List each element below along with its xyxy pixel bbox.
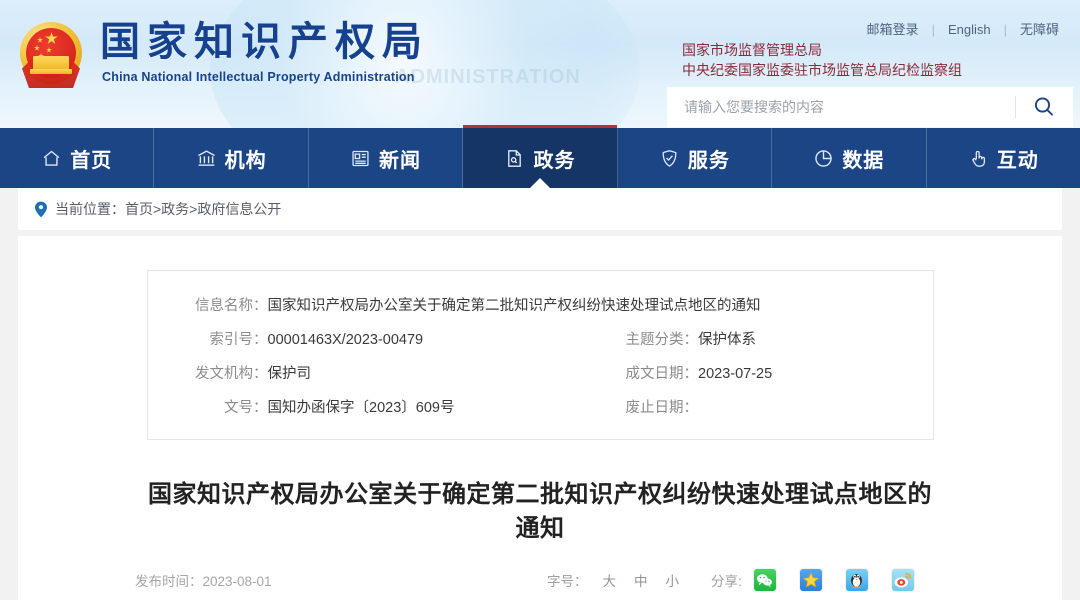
page-root: ADMINISTRATION 国家知识产权局 China National In… <box>0 0 1080 600</box>
metadata-cell-index-number: 索引号： 00001463X/2023-00479 <box>148 323 602 357</box>
newspaper-icon <box>350 148 371 169</box>
publish-time-label: 发布时间： <box>135 574 203 589</box>
site-header: ADMINISTRATION 国家知识产权局 China National In… <box>0 0 1080 128</box>
metadata-value: 保护司 <box>267 366 312 382</box>
font-size-controls: 字号： 大 中 小 <box>547 570 688 590</box>
shield-check-icon <box>659 148 680 169</box>
star-favorite-icon[interactable] <box>799 569 822 591</box>
font-size-small-button[interactable]: 小 <box>657 570 689 590</box>
org-line-2: 中央纪委国家监委驻市场监管总局纪检监察组 <box>682 62 962 78</box>
breadcrumb-path[interactable]: 首页>政务>政府信息公开 <box>125 199 281 219</box>
nav-item-service[interactable]: 服务 <box>618 128 773 188</box>
font-size-label: 字号： <box>547 574 588 589</box>
search-input[interactable] <box>668 89 1015 125</box>
weibo-eye-icon[interactable] <box>891 569 914 591</box>
site-subtitle: China National Intellectual Property Adm… <box>102 70 415 84</box>
top-utility-links: 邮箱登录 | English | 无障碍 <box>854 19 1072 38</box>
font-size-medium-button[interactable]: 中 <box>625 570 657 590</box>
metadata-cell-issuing-agency: 发文机构： 保护司 <box>148 357 602 391</box>
document-icon <box>504 148 525 169</box>
metadata-cell-subject-category: 主题分类： 保护体系 <box>602 323 757 357</box>
publish-time-value: 2023-08-01 <box>202 574 272 589</box>
metadata-cell-document-number: 文号： 国知办函保字〔2023〕609号 <box>148 391 602 425</box>
metadata-label: 文号： <box>224 400 268 416</box>
share-label: 分享: <box>711 574 742 589</box>
content-container: 信息名称： 国家知识产权局办公室关于确定第二批知识产权纠纷快速处理试点地区的通知… <box>0 230 1080 600</box>
publish-time: 发布时间：2023-08-01 <box>135 570 272 590</box>
home-icon <box>41 148 62 169</box>
document-meta-bar: 发布时间：2023-08-01 字号： 大 中 小 分享: <box>135 569 945 591</box>
metadata-value: 保护体系 <box>698 332 756 348</box>
metadata-value: 00001463X/2023-00479 <box>267 332 424 348</box>
nav-label: 服务 <box>687 149 730 172</box>
nav-label: 机构 <box>224 149 267 172</box>
nav-item-news[interactable]: 新闻 <box>309 128 464 188</box>
metadata-cell-info-name: 信息名称： 国家知识产权局办公室关于确定第二批知识产权纠纷快速处理试点地区的通知 <box>148 289 761 323</box>
nav-label: 首页 <box>70 149 113 172</box>
metadata-label: 信息名称： <box>195 298 268 314</box>
document-metadata-table: 信息名称： 国家知识产权局办公室关于确定第二批知识产权纠纷快速处理试点地区的通知… <box>146 270 934 440</box>
metadata-cell-abolish-date: 废止日期： <box>602 391 699 425</box>
hand-pointer-icon <box>968 148 989 169</box>
pie-chart-icon <box>813 148 834 169</box>
breadcrumb-prefix: 当前位置： <box>55 201 125 217</box>
table-row: 索引号： 00001463X/2023-00479 主题分类： 保护体系 <box>148 323 933 357</box>
metadata-cell-written-date: 成文日期： 2023-07-25 <box>602 357 773 391</box>
nav-item-data[interactable]: 数据 <box>772 128 927 188</box>
metadata-label: 成文日期： <box>625 366 699 382</box>
nav-label: 数据 <box>842 149 885 172</box>
share-controls: 分享: <box>711 569 914 591</box>
metadata-label: 索引号： <box>209 332 268 348</box>
table-row: 发文机构： 保护司 成文日期： 2023-07-25 <box>148 357 933 391</box>
nav-item-interaction[interactable]: 互动 <box>927 128 1080 188</box>
breadcrumb-container: 当前位置： 首页>政务>政府信息公开 <box>0 188 1080 230</box>
nav-label: 政务 <box>533 149 576 172</box>
header-watermark-text: ADMINISTRATION <box>395 66 581 88</box>
search-box <box>668 88 1072 126</box>
affiliated-organizations: 国家市场监督管理总局 中央纪委国家监委驻市场监管总局纪检监察组 <box>682 40 962 80</box>
nav-label: 新闻 <box>379 149 422 172</box>
search-icon <box>1034 97 1053 116</box>
table-row: 信息名称： 国家知识产权局办公室关于确定第二批知识产权纠纷快速处理试点地区的通知 <box>148 289 933 323</box>
location-pin-icon <box>34 201 48 218</box>
top-link-english[interactable]: English <box>935 22 1004 37</box>
metadata-label: 废止日期： <box>625 400 699 416</box>
metadata-label: 发文机构： <box>195 366 268 382</box>
top-link-accessibility[interactable]: 无障碍 <box>1007 22 1072 37</box>
page-title: 国家知识产权局办公室关于确定第二批知识产权纠纷快速处理试点地区的通知 <box>148 481 932 542</box>
china-national-emblem-icon <box>14 18 88 92</box>
metadata-value: 2023-07-25 <box>698 366 773 382</box>
top-link-mail-login[interactable]: 邮箱登录 <box>854 22 932 37</box>
font-size-large-button[interactable]: 大 <box>594 570 626 590</box>
wechat-icon[interactable] <box>753 569 776 591</box>
org-line-1: 国家市场监督管理总局 <box>682 42 822 58</box>
metadata-value: 国知办函保字〔2023〕609号 <box>267 400 455 416</box>
bank-icon <box>196 148 217 169</box>
metadata-value: 国家知识产权局办公室关于确定第二批知识产权纠纷快速处理试点地区的通知 <box>267 298 761 314</box>
site-title: 国家知识产权局 <box>100 20 429 64</box>
table-row: 文号： 国知办函保字〔2023〕609号 废止日期： <box>148 391 933 425</box>
nav-item-government-affairs[interactable]: 政务 <box>463 125 618 188</box>
nav-item-home[interactable]: 首页 <box>0 128 155 188</box>
metadata-label: 主题分类： <box>625 332 699 348</box>
article-panel: 信息名称： 国家知识产权局办公室关于确定第二批知识产权纠纷快速处理试点地区的通知… <box>18 236 1062 600</box>
qq-penguin-icon[interactable] <box>845 569 868 591</box>
breadcrumb: 当前位置： 首页>政务>政府信息公开 <box>18 188 1062 230</box>
main-navigation: 首页 机构 新闻 政务 服务 数据 互动 <box>0 125 1080 188</box>
nav-item-organization[interactable]: 机构 <box>154 128 309 188</box>
search-button[interactable] <box>1016 88 1072 126</box>
nav-label: 互动 <box>996 149 1039 172</box>
